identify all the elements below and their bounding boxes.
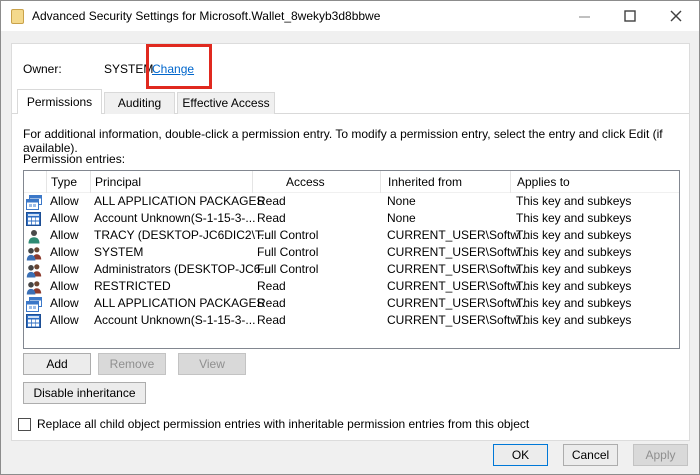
column-header-type[interactable]: Type (46, 171, 90, 193)
unknown-account-icon (26, 312, 43, 329)
cell-access: Full Control (257, 244, 318, 261)
cell-inherited-from: CURRENT_USER\Softw... (387, 244, 528, 261)
instruction-text: For additional information, double-click… (23, 127, 678, 155)
app-packages-icon (26, 295, 43, 312)
cell-access: Full Control (257, 227, 318, 244)
table-row[interactable]: Allow Account Unknown(S-1-15-3-...Read CUR… (24, 312, 679, 329)
maximize-button[interactable] (607, 1, 653, 31)
cell-applies-to: This key and subkeys (516, 312, 631, 329)
cell-access: Read (257, 312, 286, 329)
permission-entries-label: Permission entries: (23, 152, 125, 166)
window-title: Advanced Security Settings for Microsoft… (32, 9, 380, 23)
cell-principal: ALL APPLICATION PACKAGES (94, 193, 265, 210)
cell-inherited-from: None (387, 210, 416, 227)
cell-principal: Administrators (DESKTOP-JC6... (94, 261, 270, 278)
table-row[interactable]: Allow RESTRICTED Read CURRENT_USER\Softw...… (24, 278, 679, 295)
cell-principal: RESTRICTED (94, 278, 171, 295)
cell-type: Allow (50, 244, 79, 261)
cell-access: Full Control (257, 261, 318, 278)
table-row[interactable]: Allow ALL APPLICATION PACKAGESRead None Thi… (24, 193, 679, 210)
group-icon (26, 261, 43, 278)
red-annotation-box (146, 44, 212, 89)
cell-type: Allow (50, 227, 79, 244)
tab-auditing[interactable]: Auditing (104, 92, 175, 114)
cell-type: Allow (50, 312, 79, 329)
table-row[interactable]: Allow Administrators (DESKTOP-JC6...Full … (24, 261, 679, 278)
column-header-principal[interactable]: Principal (90, 171, 252, 193)
cell-applies-to: This key and subkeys (516, 261, 631, 278)
permission-entries-table: Type Principal Access Inherited from App… (23, 170, 680, 349)
minimize-button[interactable] (561, 1, 607, 31)
app-packages-icon (26, 193, 43, 210)
column-header-applies-to[interactable]: Applies to (510, 171, 680, 193)
owner-label: Owner: (23, 62, 62, 76)
dialog-icon (11, 9, 24, 24)
table-row[interactable]: Allow Account Unknown(S-1-15-3-...Read Non… (24, 210, 679, 227)
cell-principal: SYSTEM (94, 244, 143, 261)
cell-inherited-from: CURRENT_USER\Softw... (387, 261, 528, 278)
cell-applies-to: This key and subkeys (516, 295, 631, 312)
table-row[interactable]: Allow SYSTEM Full Control CURRENT_USER\Soft… (24, 244, 679, 261)
minimize-icon (579, 11, 590, 22)
cell-inherited-from: CURRENT_USER\Softw... (387, 227, 528, 244)
table-header: Type Principal Access Inherited from App… (24, 171, 679, 193)
title-bar: Advanced Security Settings for Microsoft… (1, 1, 699, 31)
user-icon (26, 227, 43, 244)
cell-type: Allow (50, 278, 79, 295)
group-icon (26, 278, 43, 295)
cell-principal: Account Unknown(S-1-15-3-... (94, 210, 255, 227)
view-button: View (178, 353, 246, 375)
column-header-inherited-from[interactable]: Inherited from (380, 171, 510, 193)
tab-effective-access[interactable]: Effective Access (177, 92, 275, 114)
ok-button[interactable]: OK (493, 444, 548, 466)
cell-applies-to: This key and subkeys (516, 227, 631, 244)
cell-applies-to: This key and subkeys (516, 244, 631, 261)
remove-button: Remove (98, 353, 166, 375)
advanced-security-settings-dialog: Advanced Security Settings for Microsoft… (0, 0, 700, 475)
replace-permissions-row: Replace all child object permission entr… (18, 417, 529, 431)
cell-access: Read (257, 295, 286, 312)
cell-principal: Account Unknown(S-1-15-3-... (94, 312, 255, 329)
table-row[interactable]: Allow ALL APPLICATION PACKAGESRead CURRENT… (24, 295, 679, 312)
cell-inherited-from: CURRENT_USER\Softw... (387, 278, 528, 295)
close-button[interactable] (653, 1, 699, 31)
cell-applies-to: This key and subkeys (516, 193, 631, 210)
cell-access: Read (257, 210, 286, 227)
permission-table-body: AllowALL APPLICATION PACKAGESReadNoneThi… (24, 193, 679, 329)
table-row[interactable]: Allow TRACY (DESKTOP-JC6DIC2\T...Full Con… (24, 227, 679, 244)
cell-principal: ALL APPLICATION PACKAGES (94, 295, 265, 312)
cell-type: Allow (50, 210, 79, 227)
replace-permissions-checkbox[interactable] (18, 418, 31, 431)
replace-permissions-label: Replace all child object permission entr… (37, 417, 529, 431)
close-icon (670, 10, 682, 22)
cell-applies-to: This key and subkeys (516, 278, 631, 295)
cell-type: Allow (50, 193, 79, 210)
disable-inheritance-button[interactable]: Disable inheritance (23, 382, 146, 404)
add-button[interactable]: Add (23, 353, 91, 375)
cell-applies-to: This key and subkeys (516, 210, 631, 227)
cell-inherited-from: CURRENT_USER\Softw... (387, 295, 528, 312)
cell-type: Allow (50, 261, 79, 278)
cell-inherited-from: CURRENT_USER\Softw... (387, 312, 528, 329)
group-icon (26, 244, 43, 261)
cell-access: Read (257, 193, 286, 210)
unknown-account-icon (26, 210, 43, 227)
maximize-icon (624, 10, 636, 22)
cell-type: Allow (50, 295, 79, 312)
tab-permissions[interactable]: Permissions (17, 89, 102, 114)
cell-access: Read (257, 278, 286, 295)
cell-principal: TRACY (DESKTOP-JC6DIC2\T... (94, 227, 271, 244)
cancel-button[interactable]: Cancel (563, 444, 618, 466)
apply-button: Apply (633, 444, 688, 466)
column-header-access[interactable]: Access (252, 171, 380, 193)
cell-inherited-from: None (387, 193, 416, 210)
